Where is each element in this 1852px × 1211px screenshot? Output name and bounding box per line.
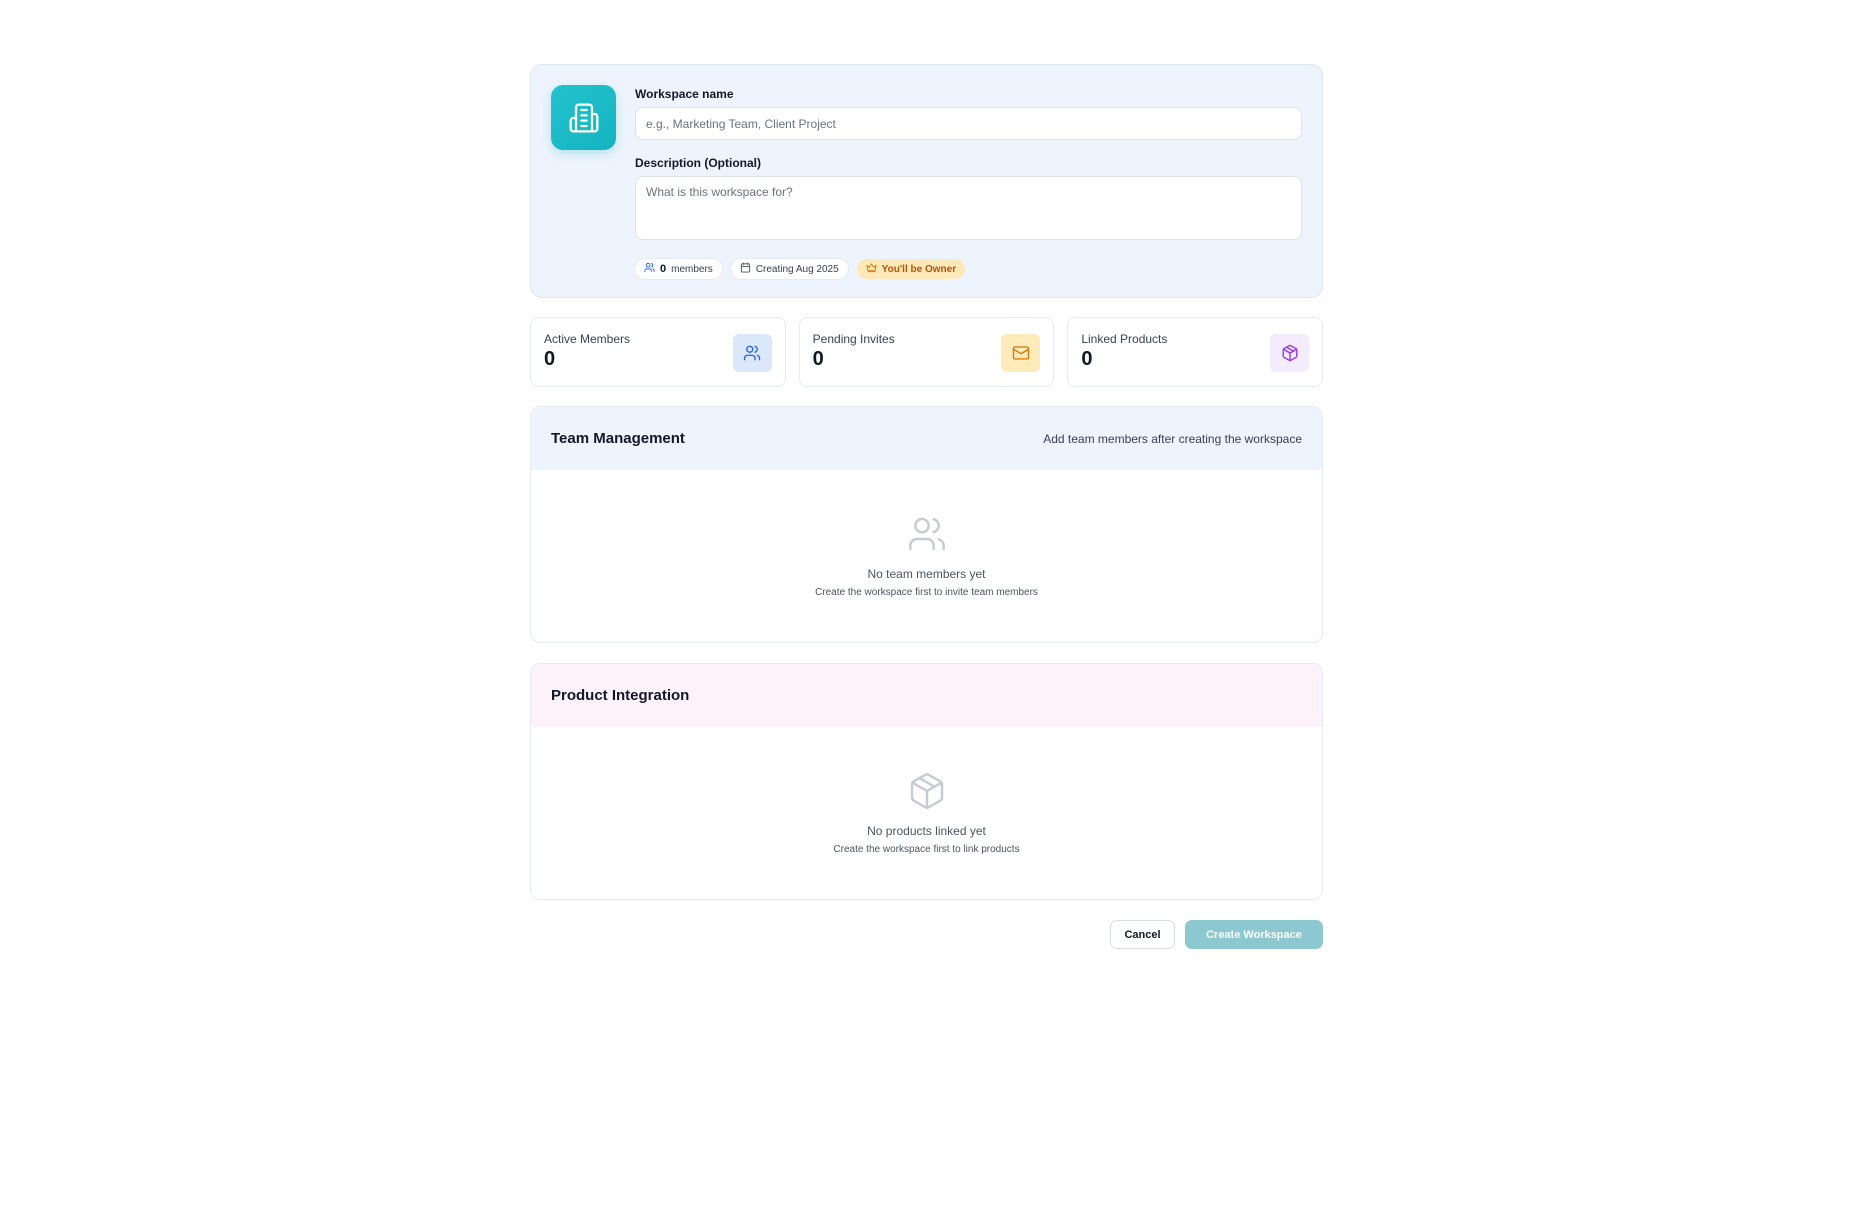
- workspace-details-card: Workspace name Description (Optional) 0 …: [530, 64, 1323, 298]
- team-section-header: Team Management Add team members after c…: [531, 407, 1322, 470]
- section-hint: Add team members after creating the work…: [1043, 431, 1302, 446]
- description-label: Description (Optional): [635, 156, 761, 170]
- create-workspace-form: Workspace name Description (Optional) 0 …: [530, 64, 1324, 949]
- workspace-meta-chips: 0 members Creating Aug 2025 You'll be Ow…: [635, 259, 1302, 279]
- stat-value: 0: [1081, 348, 1093, 370]
- empty-state-title: No products linked yet: [867, 824, 986, 838]
- stat-value: 0: [544, 348, 556, 370]
- created-chip: Creating Aug 2025: [730, 259, 848, 279]
- form-actions: Cancel Create Workspace: [530, 920, 1323, 949]
- members-chip: 0 members: [635, 259, 722, 279]
- users-icon: [644, 262, 655, 276]
- created-label: Creating Aug 2025: [755, 263, 839, 275]
- calendar-icon: [740, 262, 751, 276]
- team-empty-state: No team members yet Create the workspace…: [531, 470, 1322, 642]
- stat-active-members: Active Members 0: [530, 317, 786, 387]
- stat-value: 0: [812, 348, 824, 370]
- workspace-form-fields: Workspace name Description (Optional) 0 …: [635, 87, 1302, 279]
- empty-state-subtitle: Create the workspace first to invite tea…: [815, 587, 1038, 598]
- team-management-section: Team Management Add team members after c…: [530, 406, 1323, 643]
- section-title: Product Integration: [551, 687, 690, 704]
- users-icon: [732, 334, 772, 372]
- crown-icon: [866, 262, 877, 276]
- section-title: Team Management: [551, 430, 685, 447]
- workspace-name-input[interactable]: [635, 107, 1302, 140]
- members-label: members: [671, 263, 713, 275]
- package-icon: [1270, 334, 1310, 372]
- product-section-header: Product Integration: [531, 664, 1322, 727]
- create-workspace-button[interactable]: Create Workspace: [1185, 920, 1323, 949]
- stat-linked-products: Linked Products 0: [1067, 317, 1324, 387]
- owner-chip: You'll be Owner: [856, 259, 966, 279]
- users-icon: [907, 514, 947, 559]
- description-textarea[interactable]: [635, 176, 1302, 240]
- stat-pending-invites: Pending Invites 0: [798, 317, 1055, 387]
- stat-label: Active Members: [544, 332, 631, 346]
- stat-label: Pending Invites: [812, 332, 895, 346]
- workspace-name-label: Workspace name: [635, 87, 734, 101]
- mail-icon: [1001, 334, 1041, 372]
- product-integration-section: Product Integration No products linked y…: [530, 663, 1323, 900]
- empty-state-title: No team members yet: [867, 567, 986, 581]
- members-count: 0: [660, 263, 667, 275]
- stat-label: Linked Products: [1081, 332, 1168, 346]
- building-icon: [551, 85, 616, 150]
- package-icon: [907, 771, 947, 816]
- empty-state-subtitle: Create the workspace first to link produ…: [833, 844, 1020, 855]
- product-empty-state: No products linked yet Create the worksp…: [531, 727, 1322, 899]
- cancel-button[interactable]: Cancel: [1110, 920, 1175, 949]
- stats-row: Active Members 0 Pending Invites 0 Linke…: [530, 317, 1324, 387]
- owner-label: You'll be Owner: [881, 263, 957, 275]
